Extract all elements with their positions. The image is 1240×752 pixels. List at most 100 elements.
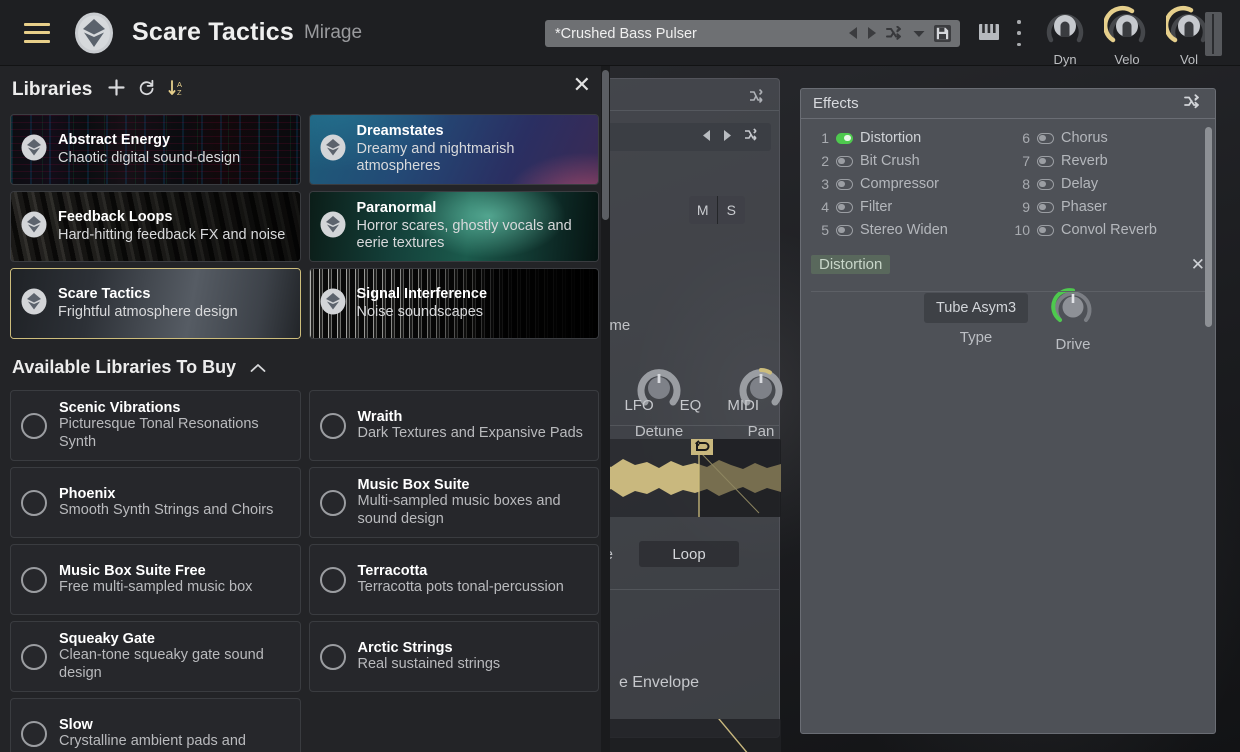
effect-toggle-icon[interactable] — [1037, 132, 1054, 144]
library-select-radio[interactable] — [319, 566, 346, 593]
distortion-type-button[interactable]: Tube Asym3 — [924, 293, 1028, 323]
effect-slot-number: 4 — [821, 199, 829, 215]
library-logo-icon — [21, 211, 47, 243]
buy-library-name: Phoenix — [59, 485, 116, 502]
libraries-scrollbar[interactable] — [601, 66, 610, 752]
effect-toggle-icon[interactable] — [1037, 178, 1054, 190]
buy-card-slow[interactable]: Slow Crystalline ambient pads and — [10, 698, 301, 752]
buy-card-music-box-suite[interactable]: Music Box Suite Multi-sampled music boxe… — [308, 467, 599, 538]
preset-browser-bar[interactable]: *Crushed Bass Pulser — [545, 20, 960, 47]
buy-library-desc: Real sustained strings — [357, 655, 501, 672]
effect-slot-9[interactable]: 9 Phaser — [1012, 196, 1205, 218]
close-libraries-icon[interactable]: ✕ — [573, 74, 591, 96]
effect-slot-2[interactable]: 2 Bit Crush — [811, 150, 1004, 172]
effect-toggle-icon[interactable] — [836, 224, 853, 236]
chevron-up-icon[interactable] — [250, 360, 266, 376]
effect-toggle-icon[interactable] — [1037, 224, 1054, 236]
preset-dropdown-icon[interactable] — [913, 27, 925, 40]
effect-toggle-icon[interactable] — [836, 132, 853, 144]
effect-toggle-icon[interactable] — [836, 178, 853, 190]
effect-toggle-icon[interactable] — [836, 155, 853, 167]
buy-card-arctic-strings[interactable]: Arctic Strings Real sustained strings — [308, 621, 599, 692]
library-card-scare-tactics[interactable]: Scare Tactics Frightful atmosphere desig… — [10, 268, 301, 339]
piano-keys-icon[interactable] — [978, 21, 1000, 48]
library-name: Paranormal — [356, 199, 437, 216]
solo-button[interactable]: S — [718, 196, 746, 224]
effect-detail-divider — [811, 291, 1205, 292]
library-select-radio[interactable] — [319, 489, 346, 516]
buy-card-terracotta[interactable]: Terracotta Terracotta pots tonal-percuss… — [308, 544, 599, 615]
library-card-abstract-energy[interactable]: Abstract Energy Chaotic digital sound-de… — [10, 114, 301, 185]
effect-slot-number: 6 — [1022, 130, 1030, 146]
library-desc: Dreamy and nightmarish atmospheres — [356, 140, 515, 175]
sort-az-icon[interactable]: A Z — [168, 79, 186, 102]
buy-card-scenic-vibrations[interactable]: Scenic Vibrations Picturesque Tonal Reso… — [10, 390, 301, 461]
buy-card-music-box-suite-free[interactable]: Music Box Suite Free Free multi-sampled … — [10, 544, 301, 615]
mute-solo-buttons[interactable]: M S — [689, 196, 745, 224]
library-card-signal-interference[interactable]: Signal Interference Noise soundscapes — [308, 268, 599, 339]
tab-lfo[interactable]: LFO — [624, 397, 653, 414]
library-name: Feedback Loops — [58, 208, 173, 225]
effect-toggle-icon[interactable] — [1037, 201, 1054, 213]
effect-slot-name: Distortion — [860, 130, 922, 146]
library-select-radio[interactable] — [319, 412, 346, 439]
preset-prev-icon[interactable] — [848, 26, 858, 41]
refresh-libraries-icon[interactable] — [138, 79, 155, 101]
preset-save-icon[interactable] — [934, 25, 951, 42]
effect-slot-7[interactable]: 7 Reverb — [1012, 150, 1205, 172]
buy-library-desc: Dark Textures and Expansive Pads — [357, 424, 583, 441]
buy-library-name: Terracotta — [357, 562, 428, 579]
oscillator-prev-icon[interactable] — [702, 128, 711, 146]
master-knob-group: Dyn Velo Vol — [1040, 5, 1214, 67]
buy-card-squeaky-gate[interactable]: Squeaky Gate Clean-tone squeaky gate sou… — [10, 621, 301, 692]
distortion-drive-knob[interactable]: Drive — [1043, 285, 1103, 353]
tab-midi[interactable]: MIDI — [727, 397, 759, 414]
effect-slot-number: 7 — [1022, 153, 1030, 169]
vertical-dots-icon[interactable] — [1013, 20, 1025, 46]
library-card-feedback-loops[interactable]: Feedback Loops Hard-hitting feedback FX … — [10, 191, 301, 262]
library-select-radio[interactable] — [21, 412, 47, 439]
effect-slot-1[interactable]: 1 Distortion — [811, 127, 1004, 149]
buy-card-wraith[interactable]: Wraith Dark Textures and Expansive Pads — [308, 390, 599, 461]
library-select-radio[interactable] — [21, 566, 47, 593]
dyn-knob[interactable]: Dyn — [1040, 5, 1090, 67]
tab-eq[interactable]: EQ — [680, 397, 702, 414]
master-volume-slider[interactable] — [1205, 12, 1222, 56]
effect-slot-6[interactable]: 6 Chorus — [1012, 127, 1205, 149]
library-select-radio[interactable] — [21, 489, 47, 516]
preset-next-icon[interactable] — [867, 26, 877, 41]
mute-button[interactable]: M — [689, 196, 718, 224]
effect-slot-3[interactable]: 3 Compressor — [811, 173, 1004, 195]
library-card-paranormal[interactable]: Paranormal Horror scares, ghostly vocals… — [308, 191, 599, 262]
effect-slot-4[interactable]: 4 Filter — [811, 196, 1004, 218]
effects-scrollbar[interactable] — [1205, 127, 1212, 327]
library-name: Abstract Energy — [58, 131, 171, 148]
library-select-radio[interactable] — [21, 643, 47, 670]
library-desc: Frightful atmosphere design — [58, 303, 238, 320]
library-logo-icon — [320, 288, 346, 320]
effect-slot-8[interactable]: 8 Delay — [1012, 173, 1205, 195]
library-logo-icon — [320, 134, 346, 166]
effects-shuffle-icon[interactable] — [1184, 93, 1203, 114]
library-name: Dreamstates — [356, 122, 444, 139]
preset-shuffle-icon[interactable] — [886, 25, 904, 42]
effect-toggle-icon[interactable] — [1037, 155, 1054, 167]
library-select-radio[interactable] — [21, 720, 47, 747]
add-library-icon[interactable] — [108, 79, 125, 101]
oscillator-next-icon[interactable] — [723, 128, 732, 146]
panel-shuffle-icon[interactable] — [749, 89, 767, 108]
loop-button[interactable]: Loop — [639, 541, 739, 567]
oscillator-shuffle-icon[interactable] — [744, 128, 761, 146]
effect-slot-5[interactable]: 5 Stereo Widen — [811, 219, 1004, 241]
effect-slot-number: 2 — [821, 153, 829, 169]
library-card-dreamstates[interactable]: Dreamstates Dreamy and nightmarish atmos… — [308, 114, 599, 185]
buy-library-name: Arctic Strings — [357, 639, 453, 656]
buy-library-name: Scenic Vibrations — [59, 399, 181, 416]
effect-slot-10[interactable]: 10 Convol Reverb — [1012, 219, 1205, 241]
velo-knob[interactable]: Velo — [1102, 5, 1152, 67]
effect-detail-close-icon[interactable]: ✕ — [1191, 256, 1205, 273]
effect-toggle-icon[interactable] — [836, 201, 853, 213]
buy-card-phoenix[interactable]: Phoenix Smooth Synth Strings and Choirs — [10, 467, 301, 538]
library-select-radio[interactable] — [319, 643, 346, 670]
hamburger-icon[interactable] — [24, 22, 50, 43]
